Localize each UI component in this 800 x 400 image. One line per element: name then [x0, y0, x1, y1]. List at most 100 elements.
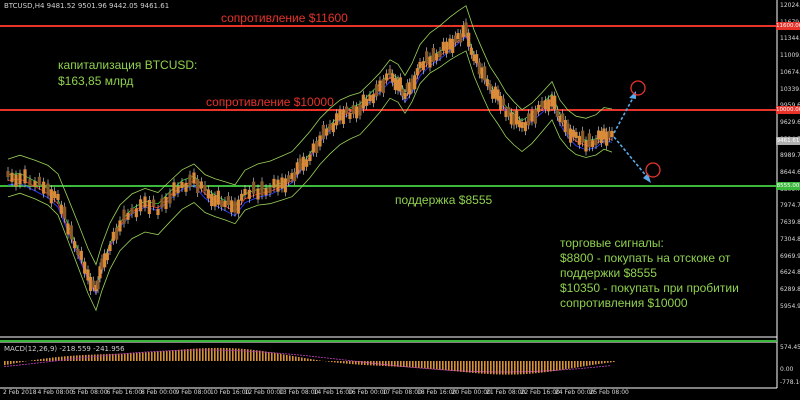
macd-bar [346, 361, 348, 364]
candle-body [351, 105, 355, 115]
time-tick-label: 12 Feb 00:00 [244, 389, 284, 396]
candle-body [223, 201, 227, 207]
candle-body [108, 245, 112, 251]
macd-bar [16, 361, 18, 363]
macd-bar [307, 358, 309, 361]
macd-bar [550, 361, 552, 372]
candle-body [199, 181, 203, 189]
candle-body [69, 225, 73, 240]
candle-body [46, 183, 50, 195]
candle-body [574, 132, 578, 138]
macd-bar [34, 359, 36, 361]
candle-body [418, 62, 422, 68]
candle-body [403, 93, 407, 99]
macd-bar [304, 358, 306, 361]
band-upper [7, 5, 613, 266]
candle-body [220, 199, 224, 207]
macd-bar [496, 361, 498, 375]
macd-bar [130, 353, 132, 361]
candle-body [76, 249, 80, 255]
macd-bar [589, 361, 591, 366]
macd-bar [553, 361, 555, 372]
candle-body [126, 212, 130, 220]
candle-body [111, 231, 115, 241]
macd-bar [607, 361, 609, 363]
candle-body [441, 41, 445, 51]
macd-bar [178, 349, 180, 361]
macd-bar [502, 361, 504, 375]
macd-bar [418, 361, 420, 368]
macd-bar [463, 361, 465, 373]
candle-body [591, 140, 595, 148]
candle-body [276, 179, 280, 192]
macd-bar [574, 361, 576, 368]
macd-bar [337, 361, 339, 363]
candle-body [96, 280, 100, 290]
price-badge: 9461.61 [776, 137, 800, 145]
macd-bar [514, 361, 516, 375]
chart-window[interactable]: BTCUSD,H4 9481.52 9501.96 9442.05 9461.6… [0, 0, 800, 400]
macd-bar [403, 361, 405, 368]
candle-body [335, 113, 339, 126]
candle-body [147, 200, 151, 214]
macd-bar [154, 351, 156, 361]
price-tick-label: 7639.80 [780, 219, 800, 227]
candle-body [464, 22, 468, 34]
candle-body [488, 84, 492, 90]
price-tick-label: 9629.60 [780, 118, 800, 126]
macd-bar [289, 355, 291, 361]
candle-body [122, 209, 126, 224]
price-tick-label: 10339.70 [780, 85, 800, 93]
macd-bar [310, 359, 312, 361]
candle-body [59, 204, 63, 214]
macd-bar [10, 361, 12, 365]
macd-bar [316, 359, 318, 361]
macd-bar [595, 361, 597, 365]
macd-bar [196, 348, 198, 361]
macd-bar [262, 351, 264, 361]
candle-body [298, 158, 302, 170]
candle-body [475, 54, 479, 64]
candle-body [226, 196, 230, 206]
macd-bar [22, 361, 24, 362]
macd-bar [49, 357, 51, 361]
macd-bar [268, 351, 270, 361]
candle-body [79, 250, 83, 260]
candle-body [196, 179, 200, 193]
candle-body [105, 253, 109, 261]
macd-bar [517, 361, 519, 375]
candle-body [345, 106, 349, 114]
macd-bar [319, 360, 321, 361]
macd-bar [367, 361, 369, 366]
macd-bar [187, 349, 189, 361]
macd-bar [100, 354, 102, 361]
candle-body [469, 47, 473, 55]
price-tick-label: 6969.90 [780, 252, 800, 260]
candle-body [184, 182, 188, 192]
candle-body [143, 196, 147, 208]
macd-bar [172, 350, 174, 361]
candle-body [283, 178, 287, 193]
time-tick-label: 10 Feb 16:00 [210, 389, 250, 396]
macd-bar [445, 361, 447, 371]
candle-body [23, 169, 27, 184]
candle-body [264, 188, 268, 196]
macd-bar [142, 352, 144, 361]
macd-bar [415, 361, 417, 368]
macd-bar [331, 361, 333, 363]
symbol-info: BTCUSD,H4 9481.52 9501.96 9442.05 9461.6… [4, 2, 170, 10]
macd-bar [328, 361, 330, 362]
macd-bar [295, 356, 297, 361]
macd-bar [448, 361, 450, 371]
macd-bar [454, 361, 456, 372]
macd-bar [160, 351, 162, 361]
candle-body [247, 189, 251, 199]
macd-bar [184, 349, 186, 361]
macd-bar [559, 361, 561, 371]
candle-body [375, 84, 379, 97]
candle-body [192, 172, 196, 184]
forecast-down-arrow [613, 136, 649, 179]
macd-bar [598, 361, 600, 365]
candle-body [172, 182, 176, 197]
time-tick-label: 22 Feb 16:00 [520, 389, 560, 396]
